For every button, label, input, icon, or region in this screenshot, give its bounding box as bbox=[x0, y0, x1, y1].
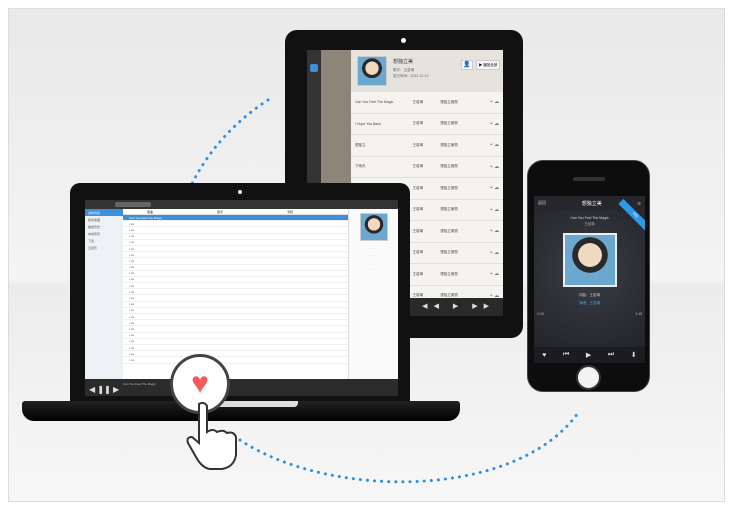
user-button[interactable]: 👤 bbox=[461, 60, 473, 70]
phone-controls: ♥ ⏮ ▶ ⏭ ⬇ bbox=[534, 347, 645, 363]
album-title: 想独立美 bbox=[393, 59, 414, 65]
track-title: I Hope You Back bbox=[355, 121, 381, 126]
phone-screen: 返回 想独立美 ☰ HD Can You Feel The Magic 王若琳 … bbox=[534, 196, 645, 363]
track-album: 想独立美丽 bbox=[440, 271, 458, 276]
phone-device: 返回 想独立美 ☰ HD Can You Feel The Magic 王若琳 … bbox=[527, 160, 650, 392]
track-album: 想独立美丽 bbox=[440, 185, 458, 190]
track-album: 想独立美丽 bbox=[440, 228, 458, 233]
download-icon[interactable]: ⬇ bbox=[631, 351, 637, 359]
now-playing-title: Can You Feel The Magic bbox=[123, 382, 156, 386]
sidebar-item[interactable]: 播放历史 bbox=[85, 223, 123, 230]
album-artist: 歌手：王若琳 bbox=[393, 68, 414, 72]
laptop-sidebar: 试听列表 我的收藏 播放历史 本地音乐 下载 云音乐 bbox=[85, 209, 123, 379]
track-album: 想独立美丽 bbox=[440, 99, 458, 104]
play-icon[interactable]: ▶ bbox=[586, 351, 591, 359]
track-title: Can You Feel The Magic bbox=[355, 100, 394, 105]
lyrics-text: · · · · · · · · · · · · · · · · · · bbox=[369, 246, 378, 271]
sidebar-item[interactable]: 本地音乐 bbox=[85, 230, 123, 237]
play-all-button[interactable]: ▶ 播放全部 bbox=[476, 60, 500, 70]
track-row[interactable]: 下雨天 王若琳 想独立美丽 + ☁ bbox=[351, 157, 503, 178]
track-artist: 王若琳 bbox=[412, 164, 423, 169]
add-icon[interactable]: + ☁ bbox=[490, 121, 499, 127]
track-row[interactable]: Can You Feel The Magic 王若琳 想独立美丽 + ☁ bbox=[351, 92, 503, 114]
track-artist: 王若琳 bbox=[412, 142, 423, 147]
track-artist: 王若琳 bbox=[412, 121, 423, 126]
track-artist: 王若琳 bbox=[412, 228, 423, 233]
lyric-line: 词曲：王若琳 bbox=[579, 293, 600, 297]
search-input[interactable] bbox=[115, 202, 151, 207]
lyrics-panel: · · · · · · · · · · · · · · · · · · bbox=[348, 209, 398, 379]
track-album: 想独立美丽 bbox=[440, 250, 458, 255]
column-header[interactable]: 专辑 bbox=[287, 210, 293, 214]
laptop-camera bbox=[238, 190, 242, 194]
column-header[interactable]: 歌手 bbox=[217, 210, 223, 214]
track-album: 想独立美丽 bbox=[440, 164, 458, 169]
menu-icon[interactable]: ☰ bbox=[637, 201, 641, 206]
add-icon[interactable]: + ☁ bbox=[490, 250, 499, 256]
playback-controls[interactable]: ◀ ❚❚ ▶ bbox=[85, 385, 119, 394]
add-icon[interactable]: + ☁ bbox=[490, 142, 499, 148]
phone-album-cover bbox=[562, 233, 617, 287]
add-icon[interactable]: + ☁ bbox=[490, 164, 499, 170]
add-icon[interactable]: + ☁ bbox=[490, 228, 499, 234]
pointing-hand-icon bbox=[186, 401, 237, 470]
sidebar-item[interactable]: 我的收藏 bbox=[85, 216, 123, 223]
artist-photo bbox=[359, 213, 388, 241]
song-table: 歌曲 歌手 专辑 Can You Feel The Magic ▪ ▪▪▪ ▪ ▪▪▪ ▪… bbox=[123, 209, 348, 379]
sidebar-item[interactable]: 云音乐 bbox=[85, 244, 123, 251]
play-all-label: 播放全部 bbox=[483, 63, 498, 67]
song-row[interactable]: ▪ ▪▪▪ bbox=[123, 357, 348, 364]
sidebar-item[interactable]: 试听列表 bbox=[85, 209, 123, 216]
track-album: 想独立美丽 bbox=[440, 142, 458, 147]
laptop-device: baidu 试听列表我的收藏播放历史本地音乐下载云音乐 歌曲 歌手 专辑 Can Y… bbox=[70, 183, 410, 403]
sidebar-item[interactable]: 下载 bbox=[85, 237, 123, 244]
album-date: 发行时间：2012-10-12 bbox=[393, 74, 429, 78]
track-artist: 王若琳 bbox=[412, 185, 423, 190]
track-title: 想独立 bbox=[355, 142, 366, 147]
add-icon[interactable]: + ☁ bbox=[490, 99, 499, 105]
time-total: 3:48 bbox=[635, 312, 642, 316]
progress-bar[interactable]: 0:08 3:48 bbox=[534, 306, 645, 316]
track-album: 想独立美丽 bbox=[440, 121, 458, 126]
nav-icon[interactable] bbox=[310, 64, 318, 72]
column-header[interactable]: 歌曲 bbox=[147, 210, 153, 214]
song-title: Can You Feel The Magic bbox=[570, 216, 609, 220]
song-artist: 王若琳 bbox=[584, 222, 595, 226]
heart-icon: ♥ bbox=[191, 367, 209, 400]
time-elapsed: 0:08 bbox=[537, 312, 544, 316]
track-title: 下雨天 bbox=[355, 164, 366, 169]
phone-home-button[interactable] bbox=[576, 365, 601, 390]
laptop-screen: baidu 试听列表我的收藏播放历史本地音乐下载云音乐 歌曲 歌手 专辑 Can Y… bbox=[85, 200, 398, 396]
heart-icon[interactable]: ♥ bbox=[542, 352, 546, 359]
track-album: 想独立美丽 bbox=[440, 207, 458, 212]
back-button[interactable]: 返回 bbox=[538, 200, 546, 206]
track-artist: 王若琳 bbox=[412, 271, 423, 276]
add-icon[interactable]: + ☁ bbox=[490, 185, 499, 191]
app-titlebar: baidu bbox=[85, 200, 398, 214]
album-header: 想独立美 歌手：王若琳 发行时间：2012-10-12 👤 ▶ 播放全部 bbox=[351, 50, 503, 92]
prev-icon[interactable]: ⏮ bbox=[563, 351, 569, 359]
track-artist: 王若琳 bbox=[412, 250, 423, 255]
track-row[interactable]: 想独立 王若琳 想独立美丽 + ☁ bbox=[351, 135, 503, 157]
add-icon[interactable]: + ☁ bbox=[490, 271, 499, 277]
laptop-player-bar: ◀ ❚❚ ▶ Can You Feel The Magic bbox=[85, 379, 398, 396]
tablet-camera bbox=[401, 38, 406, 43]
album-cover bbox=[357, 56, 387, 86]
next-icon[interactable]: ⏭ bbox=[608, 351, 614, 359]
track-artist: 王若琳 bbox=[412, 99, 423, 104]
phone-title: 想独立美 bbox=[581, 200, 602, 207]
track-row[interactable]: I Hope You Back 王若琳 想独立美丽 + ☁ bbox=[351, 114, 503, 135]
add-icon[interactable]: + ☁ bbox=[490, 207, 499, 213]
track-artist: 王若琳 bbox=[412, 207, 423, 212]
phone-speaker bbox=[573, 177, 605, 181]
